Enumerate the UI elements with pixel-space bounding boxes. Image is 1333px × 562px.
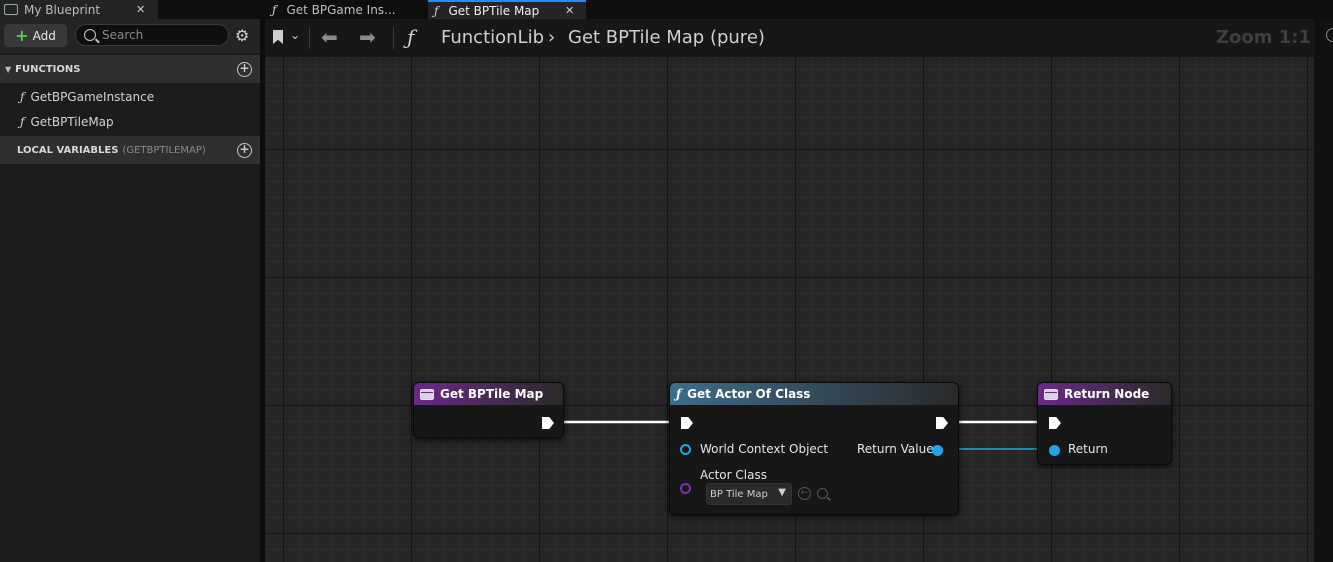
section-scope: (GETBPTILEMAP): [122, 144, 206, 156]
function-icon: ƒ: [20, 115, 25, 129]
exec-input-pin[interactable]: [681, 417, 693, 429]
node-header: Return Node: [1038, 383, 1171, 405]
world-context-pin[interactable]: [680, 444, 691, 455]
function-label: GetBPGameInstance: [30, 90, 155, 104]
chevron-down-icon: ▼: [5, 64, 12, 74]
search-input[interactable]: Search: [75, 24, 229, 46]
return-pin-label: Return: [1068, 442, 1108, 456]
exec-input-pin[interactable]: [1049, 417, 1061, 429]
forward-arrow-icon[interactable]: ➡: [359, 25, 376, 49]
gear-icon[interactable]: ⚙: [235, 26, 249, 45]
close-icon[interactable]: ✕: [565, 4, 574, 17]
tab-label: Get BPTile Map: [448, 3, 540, 18]
add-label: Add: [32, 28, 56, 43]
function-icon: ƒ: [272, 2, 277, 17]
actor-class-label: Actor Class: [700, 468, 767, 482]
close-icon[interactable]: ✕: [136, 3, 145, 16]
return-value-label: Return Value: [857, 442, 934, 456]
toolbar-divider: [393, 27, 394, 49]
search-placeholder: Search: [102, 28, 144, 42]
function-item-getbptilemap[interactable]: ƒ GetBPTileMap: [20, 112, 114, 132]
function-icon: ƒ: [407, 25, 415, 49]
function-icon: ƒ: [434, 3, 439, 18]
actor-class-value: BP Tile Map: [710, 488, 768, 500]
node-title: Return Node: [1064, 387, 1150, 401]
use-selected-icon[interactable]: ←: [798, 487, 811, 500]
tab-get-bptile-map[interactable]: ƒ Get BPTile Map ✕: [428, 0, 586, 19]
right-panel-edge: [1314, 19, 1333, 562]
function-result-icon: [1044, 388, 1058, 400]
tab-label: My Blueprint: [24, 2, 101, 17]
entry-node[interactable]: Get BPTile Map: [413, 382, 564, 438]
return-input-pin[interactable]: [1049, 445, 1060, 456]
function-label: GetBPTileMap: [30, 115, 114, 129]
section-title: LOCAL VARIABLES: [17, 144, 119, 156]
breadcrumb-current: Get BPTile Map (pure): [568, 27, 765, 48]
chevron-down-icon[interactable]: ⌄: [290, 28, 300, 42]
section-title: FUNCTIONS: [15, 63, 81, 75]
world-context-label: World Context Object: [700, 442, 829, 456]
panel-toggle-icon[interactable]: [1326, 28, 1333, 42]
back-arrow-icon[interactable]: ⬅: [321, 25, 338, 49]
node-header: ƒ Get Actor Of Class: [670, 383, 958, 405]
return-node[interactable]: Return Node Return: [1037, 382, 1172, 465]
functions-section-header[interactable]: ▼ FUNCTIONS +: [0, 55, 260, 83]
search-icon: [84, 29, 96, 41]
exec-output-pin[interactable]: [936, 417, 948, 429]
graph-toolbar: ⌄ ⬅ ➡ ƒ FunctionLib › Get BPTile Map (pu…: [265, 19, 1314, 57]
tab-get-bpgame-instance[interactable]: ƒ Get BPGame Ins...: [262, 0, 428, 19]
add-variable-icon[interactable]: +: [237, 143, 252, 158]
exec-output-pin[interactable]: [542, 417, 554, 429]
tab-my-blueprint[interactable]: My Blueprint ✕: [0, 0, 158, 19]
local-variables-section-header[interactable]: LOCAL VARIABLES (GETBPTILEMAP) +: [0, 136, 260, 164]
tab-strip: My Blueprint ✕ ƒ Get BPGame Ins... ƒ Get…: [0, 0, 1333, 19]
function-entry-icon: [420, 388, 434, 400]
blueprint-icon: [4, 4, 18, 15]
toolbar-divider: [309, 27, 310, 49]
add-function-icon[interactable]: +: [237, 62, 252, 77]
breadcrumb-functionlib[interactable]: FunctionLib: [441, 27, 544, 48]
chevron-down-icon: ▼: [778, 487, 786, 498]
bookmark-icon[interactable]: [273, 30, 283, 44]
chevron-right-icon: ›: [548, 27, 556, 48]
function-item-getbpgameinstance[interactable]: ƒ GetBPGameInstance: [20, 87, 154, 107]
add-button[interactable]: + Add: [4, 24, 67, 47]
blueprint-editor: My Blueprint ✕ ƒ Get BPGame Ins... ƒ Get…: [0, 0, 1333, 562]
node-title: Get Actor Of Class: [687, 387, 811, 401]
node-header: Get BPTile Map: [414, 383, 563, 405]
return-value-pin[interactable]: [932, 445, 943, 456]
my-blueprint-panel: + Add Search ⚙ ▼ FUNCTIONS + ƒ GetBPGame…: [0, 19, 260, 562]
panel-toolbar: + Add Search ⚙: [0, 19, 260, 53]
actor-class-dropdown[interactable]: BP Tile Map ▼: [706, 483, 792, 505]
tab-label: Get BPGame Ins...: [286, 2, 396, 17]
get-actor-of-class-node[interactable]: ƒ Get Actor Of Class World Context Objec…: [669, 382, 959, 515]
zoom-level: Zoom 1:1: [1215, 27, 1311, 48]
function-icon: ƒ: [676, 387, 682, 401]
node-title: Get BPTile Map: [440, 387, 544, 401]
browse-search-icon[interactable]: [817, 488, 828, 499]
actor-class-pin[interactable]: [680, 483, 691, 494]
plus-icon: +: [15, 26, 29, 45]
function-icon: ƒ: [20, 90, 25, 104]
